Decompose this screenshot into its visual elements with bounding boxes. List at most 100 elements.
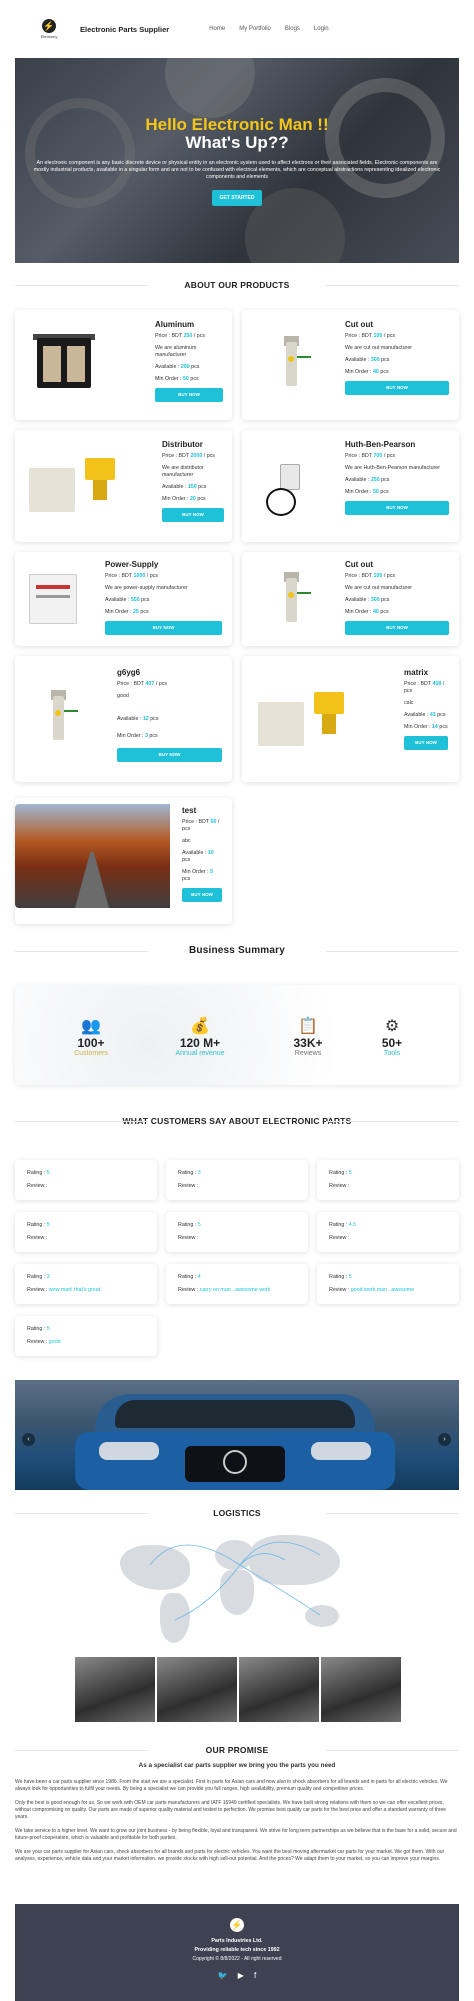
footer-logo-icon: ⚡ — [230, 1918, 244, 1932]
facebook-icon[interactable]: f — [254, 1971, 256, 1980]
review-card: Rating : 5 Review : good work man ..awes… — [317, 1264, 459, 1304]
product-card: Aluminum Price : BDT 250 / pcs We are al… — [15, 310, 232, 420]
promise-paragraph: Only the best is good enough for us. So … — [15, 1800, 447, 1820]
youtube-icon[interactable]: ▶ — [238, 1971, 244, 1980]
promise-paragraph: We are your car parts supplier for Asian… — [15, 1849, 445, 1862]
carousel-prev-button[interactable]: ‹ — [22, 1433, 35, 1446]
review-card: Rating : 5 Review : — [15, 1160, 157, 1200]
review-rating: 4.5 — [348, 1222, 357, 1228]
product-image — [27, 454, 127, 514]
car-headlight-left — [99, 1442, 159, 1460]
top-nav: ⚡ Electrony Electronic Parts Supplier Ho… — [0, 0, 474, 58]
nav-link-portfolio[interactable]: My Portfolio — [239, 26, 271, 32]
product-name: Power-Supply — [105, 560, 159, 569]
product-description: calc — [404, 700, 414, 706]
review-card: Rating : 5 Review : good — [15, 1316, 157, 1356]
stat-revenue: 💰 120 M+ Annual revenue — [160, 1018, 240, 1057]
buy-now-button[interactable]: BUY NOW — [345, 501, 449, 515]
buy-now-button[interactable]: BUY NOW — [182, 888, 222, 902]
footer: ⚡ Parts Industries Ltd. Providing reliab… — [15, 1904, 459, 2001]
site-logo[interactable]: ⚡ Electrony — [36, 16, 62, 42]
product-image — [256, 688, 356, 748]
buy-now-button[interactable]: BUY NOW — [345, 381, 449, 395]
nav-link-blogs[interactable]: Blogs — [285, 26, 300, 32]
social-links: 🐦 ▶ f — [15, 1971, 459, 1980]
logistics-photo — [157, 1657, 237, 1722]
product-price: 100 — [373, 573, 383, 579]
product-image — [29, 574, 77, 624]
product-price: 700 — [373, 453, 383, 459]
product-price: 458 — [432, 681, 442, 687]
review-card: Rating : 4.5 Review : — [317, 1212, 459, 1252]
promise-body: We have been a car parts supplier since … — [15, 1779, 459, 1870]
world-map — [120, 1525, 360, 1650]
product-name: test — [182, 806, 197, 815]
get-started-button[interactable]: GET STARTED — [211, 190, 263, 206]
logo-mark-icon: ⚡ — [42, 19, 56, 33]
hero-description: An electronic component is any basic dis… — [33, 160, 441, 180]
stat-tools: ⚙ 50+ Tools — [352, 1018, 432, 1057]
product-available: 550 — [130, 597, 140, 603]
hero-subtitle: What's Up?? — [185, 133, 289, 152]
route-lines — [149, 1541, 321, 1621]
nav-link-login[interactable]: Login — [314, 26, 329, 32]
product-image — [262, 460, 312, 520]
product-price: 100 — [373, 333, 383, 339]
buy-now-button[interactable]: BUY NOW — [345, 621, 449, 635]
product-available: 300 — [370, 357, 380, 363]
nav-link-home[interactable]: Home — [209, 26, 225, 32]
brand-name[interactable]: Electronic Parts Supplier — [80, 25, 169, 34]
review-text: wow man! that's great — [48, 1287, 101, 1293]
buy-now-button[interactable]: BUY NOW — [117, 748, 222, 762]
revenue-icon: 💰 — [190, 1018, 210, 1035]
review-rating: 4 — [197, 1274, 201, 1280]
product-description: good — [117, 693, 129, 699]
product-description: We are Huth-Ben-Pearson manufacturer — [345, 465, 440, 471]
reviews-title: WHAT CUSTOMERS SAY ABOUT ELECTRONIC PART… — [15, 1116, 459, 1126]
review-rating: 5 — [197, 1222, 201, 1228]
promise-subtitle: As a specialist car parts supplier we br… — [138, 1762, 336, 1769]
review-rating: 5 — [348, 1170, 352, 1176]
product-name: g6yg6 — [117, 668, 141, 677]
product-description: We are distributor manufacturer — [162, 465, 204, 478]
car-windshield — [115, 1400, 355, 1428]
product-card: Huth-Ben-Pearson Price : BDT 700 / pcs W… — [242, 430, 459, 542]
product-min-order: 50 — [182, 376, 189, 382]
promise-paragraph: We take service to a higher level. We wa… — [15, 1828, 457, 1841]
review-card: Rating : 5 Review : — [166, 1212, 308, 1252]
product-name: Aluminum — [155, 320, 195, 329]
review-card: Rating : 4 Review : carry on man ..aweso… — [166, 1264, 308, 1304]
product-price: 1000 — [133, 573, 146, 579]
product-name: matrix — [404, 668, 429, 677]
products-section-title: ABOUT OUR PRODUCTS — [15, 280, 459, 290]
product-available: 200 — [180, 364, 190, 370]
product-image — [29, 328, 99, 394]
stat-customers: 👥 100+ Customers — [51, 1018, 131, 1057]
logistics-photo — [75, 1657, 155, 1722]
product-card: Cut out Price : BDT 100 / pcs We are cut… — [242, 552, 459, 646]
product-card: g6yg6 Price : BDT 407 / pcs good Availab… — [15, 656, 232, 782]
product-image — [15, 804, 170, 908]
product-available: 12 — [142, 716, 149, 722]
buy-now-button[interactable]: BUY NOW — [105, 621, 222, 635]
product-card: Cut out Price : BDT 100 / pcs We are cut… — [242, 310, 459, 420]
tools-icon: ⚙ — [384, 1018, 400, 1035]
product-available: 43 — [429, 712, 436, 718]
buy-now-button[interactable]: BUY NOW — [162, 508, 224, 522]
review-text: good — [48, 1339, 61, 1345]
product-available: 150 — [187, 484, 197, 490]
review-rating: 5 — [46, 1326, 50, 1332]
hero-banner: Hello Electronic Man !! What's Up?? An e… — [15, 58, 459, 263]
carousel-next-button[interactable]: › — [438, 1433, 451, 1446]
stat-reviews: 📋 33K+ Reviews — [268, 1018, 348, 1057]
logo-text: Electrony — [40, 34, 58, 39]
promise-title: OUR PROMISE — [15, 1745, 459, 1755]
product-available: 250 — [370, 477, 380, 483]
buy-now-button[interactable]: BUY NOW — [404, 736, 448, 750]
footer-company: Parts Industries Ltd. — [211, 1938, 263, 1944]
product-card: Power-Supply Price : BDT 1000 / pcs We a… — [15, 552, 232, 646]
users-icon: 👥 — [81, 1018, 101, 1035]
buy-now-button[interactable]: BUY NOW — [155, 388, 223, 402]
product-available: 300 — [370, 597, 380, 603]
twitter-icon[interactable]: 🐦 — [218, 1971, 228, 1980]
